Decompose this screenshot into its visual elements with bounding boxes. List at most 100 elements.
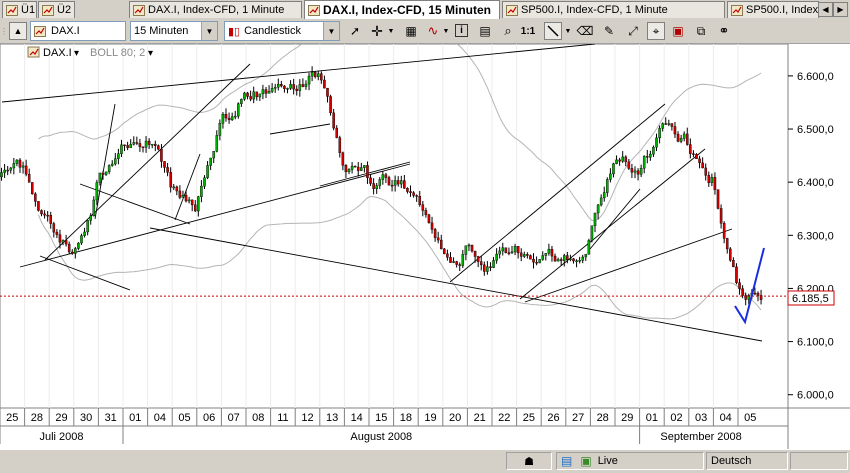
expand-tool-icon[interactable]: ⤢: [624, 22, 642, 40]
price-chart[interactable]: 6.000,06.100,06.200,06.300,06.400,06.500…: [0, 26, 850, 449]
table-tool-icon[interactable]: ▤: [476, 22, 494, 40]
magnet-tool-icon[interactable]: ⌖: [647, 22, 665, 40]
link-tool-icon[interactable]: ⚭: [715, 22, 733, 40]
candle-body: [184, 194, 188, 202]
day-label: 28: [31, 412, 43, 424]
tab-u1[interactable]: Ü1: [2, 1, 37, 18]
tab-dax-1-minute[interactable]: DAX.I, Index-CFD, 1 Minute: [129, 1, 302, 18]
candle-body: [366, 165, 369, 178]
candle-body: [283, 85, 286, 89]
chevron-down-icon[interactable]: ▼: [386, 22, 396, 40]
lock-icon[interactable]: ▣: [580, 454, 591, 468]
price-label: 6.300,0: [797, 230, 834, 242]
candle-body: [458, 264, 461, 266]
indicator-tool-icon[interactable]: ∿: [424, 22, 442, 40]
chart-style-select[interactable]: ▮▯ Candlestick ▼: [224, 21, 340, 41]
candle-body: [34, 193, 37, 202]
candle-body: [240, 98, 243, 104]
month-label: Juli 2008: [39, 431, 83, 443]
candle-body: [470, 244, 474, 252]
trendline-tool-icon[interactable]: [544, 22, 562, 40]
collapse-toolbar-button[interactable]: ▲: [9, 22, 27, 40]
tab-scroll-right-button[interactable]: ▶: [833, 2, 848, 17]
price-label: 6.000,0: [797, 390, 834, 402]
overlay-tool-icon[interactable]: ⧉: [692, 22, 710, 40]
chart-tab-icon: [506, 4, 518, 16]
candle-body: [326, 87, 329, 97]
candle-body: [98, 172, 102, 183]
candle-body: [618, 159, 621, 162]
user-icon[interactable]: ☗: [524, 455, 534, 468]
candle-body: [132, 142, 136, 145]
tab-sp500-1-minute[interactable]: SP500.I, Index-CFD, 1 Minute: [502, 1, 725, 18]
day-label: 07: [228, 412, 240, 424]
tab-u2[interactable]: Ü2: [38, 1, 75, 18]
chevron-down-icon[interactable]: ▼: [201, 22, 217, 40]
tab-scroll-left-button[interactable]: ◀: [818, 2, 833, 17]
chevron-down-icon[interactable]: ▼: [441, 22, 451, 40]
chevron-down-icon[interactable]: ▼: [563, 22, 573, 40]
day-label: 20: [449, 412, 461, 424]
pointer-tool-icon[interactable]: ➚: [346, 22, 364, 40]
month-label: September 2008: [660, 431, 741, 443]
candle-body: [670, 123, 674, 127]
candle-body: [316, 73, 320, 77]
crosshair-tool-icon[interactable]: ✛: [368, 22, 386, 40]
candle-body: [427, 214, 431, 224]
live-label: Live: [597, 455, 618, 467]
day-label: 01: [646, 412, 658, 424]
candle-body: [701, 162, 704, 169]
legend-dropdown-icon[interactable]: ▾: [74, 48, 79, 59]
scale-button[interactable]: 1:1: [519, 22, 537, 40]
pencil-tool-icon[interactable]: ✎: [600, 22, 618, 40]
candle-body: [286, 88, 289, 90]
candle-body: [526, 254, 529, 256]
candle-body: [753, 292, 757, 295]
chevron-down-icon[interactable]: ▼: [323, 22, 339, 40]
day-label: 08: [252, 412, 264, 424]
candle-body: [562, 255, 566, 261]
day-label: 29: [55, 412, 67, 424]
candle-body: [123, 144, 126, 147]
candle-body: [172, 186, 176, 189]
candle-body: [486, 266, 489, 272]
zoom-tool-icon[interactable]: ⌕: [499, 22, 517, 40]
candle-body: [483, 264, 486, 272]
chart-area[interactable]: 6.000,0 6.100,0 6.200,0 6.300,0 6.400,0 6.500…: [0, 26, 850, 449]
price-label: 6.100,0: [797, 337, 834, 349]
candle-body: [692, 153, 695, 155]
price-label: 6.400,0: [797, 177, 834, 189]
candle-body: [237, 103, 240, 117]
candle-body: [323, 79, 326, 89]
status-cell-language: Deutsch: [706, 452, 788, 470]
legend-dropdown-icon[interactable]: ▾: [148, 48, 153, 59]
candle-body: [510, 251, 514, 254]
candle-body: [436, 237, 440, 241]
candle-body: [581, 256, 584, 261]
interval-select[interactable]: 15 Minuten ▼: [130, 21, 218, 41]
candle-body: [433, 229, 437, 239]
candle-body: [682, 133, 686, 139]
candle-body: [639, 168, 643, 175]
day-label: 19: [424, 412, 436, 424]
info-tool-icon[interactable]: i: [455, 24, 468, 37]
tab-sp500-15-minuten[interactable]: SP500.I, Index-CFD, 15 Minuten: [727, 1, 819, 18]
candle-body: [550, 248, 554, 257]
symbol-input[interactable]: DAX.I: [30, 21, 126, 41]
candle-body: [679, 138, 683, 142]
candle-body: [400, 180, 403, 185]
month-label: August 2008: [350, 431, 412, 443]
candle-body: [255, 91, 259, 98]
candle-body: [627, 161, 631, 169]
candle-body: [141, 146, 145, 148]
grid-tool-icon[interactable]: ▦: [402, 22, 420, 40]
candle-body: [221, 113, 225, 124]
tab-dax-15-minuten[interactable]: DAX.I, Index-CFD, 15 Minuten: [304, 0, 500, 19]
toolbar-grip-icon: ⋮: [0, 26, 8, 36]
layout-tool-icon[interactable]: ▣: [669, 22, 687, 40]
network-icon[interactable]: ▤: [561, 454, 572, 468]
eraser-tool-icon[interactable]: ⌫: [576, 22, 594, 40]
candle-body: [529, 255, 532, 260]
candle-body: [476, 256, 480, 262]
candle-body: [169, 172, 172, 188]
